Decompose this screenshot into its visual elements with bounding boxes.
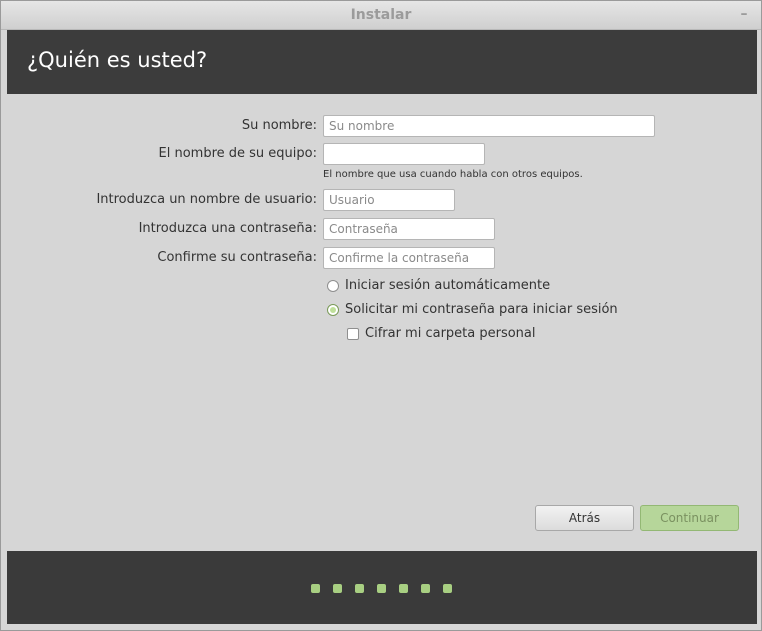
- confirm-password-label: Confirme su contraseña:: [157, 250, 317, 265]
- progress-dot: [399, 584, 408, 593]
- computer-name-input[interactable]: [323, 143, 485, 165]
- require-password-label: Solicitar mi contraseña para iniciar ses…: [345, 302, 618, 317]
- progress-dot: [377, 584, 386, 593]
- encrypt-home-label: Cifrar mi carpeta personal: [365, 326, 536, 341]
- password-label: Introduzca una contraseña:: [138, 221, 317, 236]
- encrypt-home-option[interactable]: Cifrar mi carpeta personal: [347, 326, 536, 341]
- username-label: Introduzca un nombre de usuario:: [96, 192, 317, 207]
- require-password-option[interactable]: Solicitar mi contraseña para iniciar ses…: [327, 302, 618, 317]
- name-label: Su nombre:: [241, 118, 317, 133]
- computer-name-label: El nombre de su equipo:: [158, 146, 317, 161]
- back-button[interactable]: Atrás: [535, 505, 634, 531]
- auto-login-label: Iniciar sesión automáticamente: [345, 278, 551, 293]
- progress-dot: [355, 584, 364, 593]
- require-password-radio[interactable]: [327, 303, 339, 316]
- confirm-password-input[interactable]: [323, 247, 495, 269]
- progress-dot: [421, 584, 430, 593]
- window-title: Instalar: [350, 7, 412, 23]
- encrypt-home-checkbox[interactable]: [347, 327, 359, 340]
- continue-button[interactable]: Continuar: [640, 505, 739, 531]
- progress-dots: [311, 584, 465, 593]
- progress-dot: [443, 584, 452, 593]
- username-input[interactable]: [323, 189, 455, 211]
- title-bar[interactable]: Instalar –: [1, 1, 761, 30]
- page-title: ¿Quién es usted?: [27, 48, 208, 72]
- progress-footer: [7, 551, 757, 624]
- auto-login-radio[interactable]: [327, 279, 339, 292]
- installer-window: Instalar – ¿Quién es usted? Su nombre: E…: [0, 0, 762, 631]
- name-input[interactable]: [323, 115, 655, 137]
- password-input[interactable]: [323, 218, 495, 240]
- computer-name-hint: El nombre que usa cuando habla con otros…: [323, 169, 583, 180]
- progress-dot: [333, 584, 342, 593]
- minimize-icon[interactable]: –: [737, 5, 751, 23]
- auto-login-option[interactable]: Iniciar sesión automáticamente: [327, 278, 550, 293]
- page-header: ¿Quién es usted?: [7, 30, 757, 94]
- progress-dot: [311, 584, 320, 593]
